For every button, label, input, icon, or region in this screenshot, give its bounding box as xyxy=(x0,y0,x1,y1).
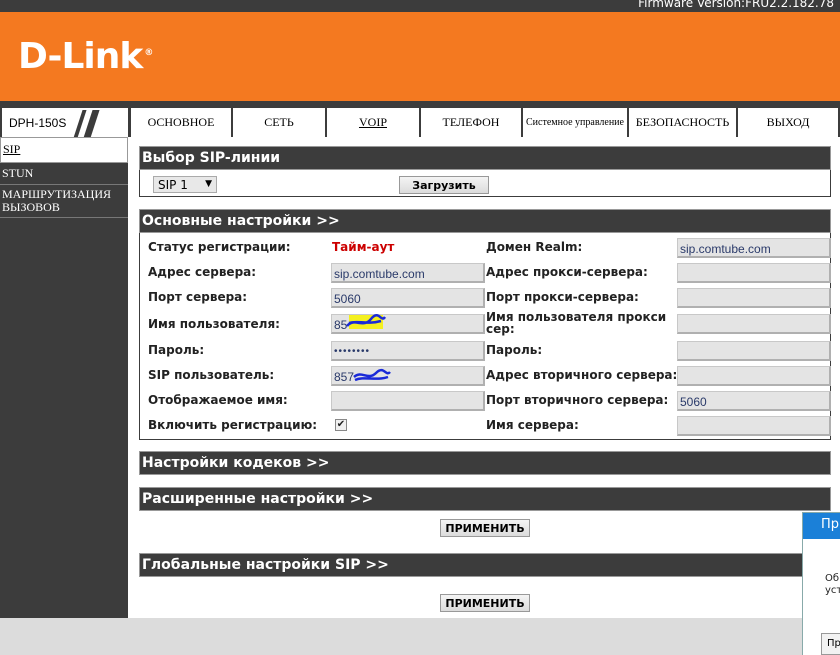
tab-label: БЕЗОПАСНОСТЬ xyxy=(635,115,730,129)
proxy-port-input[interactable] xyxy=(677,288,831,308)
logo-text: D-Link xyxy=(18,36,143,77)
nav-bar: DPH-150S ОСНОВНОЕ СЕТЬ VOIP ТЕЛЕФОН Сист… xyxy=(0,105,840,138)
server-name-label: Имя сервера: xyxy=(486,418,579,432)
secondary-server-address-label: Адрес вторичного сервера: xyxy=(486,368,678,382)
select-value: SIP 1 xyxy=(158,178,188,192)
realm-input[interactable]: sip.comtube.com xyxy=(677,238,831,258)
dialog-text-line1: Об xyxy=(825,573,840,584)
tab-system-management[interactable]: Системное управление xyxy=(523,108,627,137)
brand-banner: D-Link ® xyxy=(0,12,840,105)
top-bar: Firmware Version:FRU2.2.182.78 xyxy=(0,0,840,12)
firmware-version: Firmware Version:FRU2.2.182.78 xyxy=(638,0,834,10)
tab-label: ТЕЛЕФОН xyxy=(442,115,500,129)
proxy-username-input[interactable] xyxy=(677,314,831,334)
server-address-label: Адрес сервера: xyxy=(148,265,257,279)
realm-label: Домен Realm: xyxy=(486,240,583,254)
username-label: Имя пользователя: xyxy=(148,317,280,331)
proxy-password-label: Пароль: xyxy=(486,343,543,357)
secondary-server-port-input[interactable]: 5060 xyxy=(677,391,831,411)
server-port-label: Порт сервера: xyxy=(148,290,248,304)
section-codec-settings[interactable]: Настройки кодеков >> xyxy=(139,451,831,475)
model-slash-decor xyxy=(83,110,100,138)
tab-label: VOIP xyxy=(358,115,387,129)
sip-user-redaction-scribble xyxy=(353,368,391,382)
proxy-password-input[interactable] xyxy=(677,341,831,361)
tab-label: ВЫХОД xyxy=(766,115,810,129)
tab-security[interactable]: БЕЗОПАСНОСТЬ xyxy=(629,108,736,137)
display-name-input[interactable] xyxy=(331,391,485,411)
sidebar-item-call-routing[interactable]: МАРШРУТИЗАЦИЯ ВЫЗОВОВ xyxy=(0,185,128,218)
tab-voip[interactable]: VOIP xyxy=(327,108,419,137)
reg-status-value: Тайм-аут xyxy=(332,240,395,254)
section-basic-settings[interactable]: Основные настройки >> xyxy=(139,209,831,233)
sip-line-select[interactable]: SIP 1 ▼ xyxy=(153,176,217,193)
server-port-input[interactable]: 5060 xyxy=(331,288,485,308)
reg-status-label: Статус регистрации: xyxy=(148,240,291,254)
enable-registration-checkbox[interactable]: ✔ xyxy=(335,419,347,431)
proxy-address-input[interactable] xyxy=(677,263,831,283)
model-label: DPH-150S xyxy=(2,108,128,138)
display-name-label: Отображаемое имя: xyxy=(148,393,288,407)
main-tabs: ОСНОВНОЕ СЕТЬ VOIP ТЕЛЕФОН Системное упр… xyxy=(131,108,840,137)
sidebar-item-sip[interactable]: SIP xyxy=(0,137,128,163)
section-advanced-settings[interactable]: Расширенные настройки >> xyxy=(139,487,831,511)
section-title: Основные настройки >> xyxy=(142,213,340,229)
section-title: Выбор SIP-линии xyxy=(142,150,281,166)
section-title: Глобальные настройки SIP >> xyxy=(142,557,389,573)
secondary-server-address-input[interactable] xyxy=(677,366,831,386)
chevron-down-icon: ▼ xyxy=(205,179,212,189)
dialog-button[interactable]: Пр xyxy=(821,633,840,655)
password-input[interactable]: •••••••• xyxy=(331,341,485,361)
logo-registered: ® xyxy=(144,48,153,58)
secondary-server-port-label: Порт вторичного сервера: xyxy=(486,393,669,407)
username-redaction-scribble xyxy=(346,314,387,329)
server-name-input[interactable] xyxy=(677,416,831,436)
tab-label: Системное управление xyxy=(526,117,624,128)
enable-registration-label: Включить регистрацию: xyxy=(148,418,318,432)
proxy-address-label: Адрес прокси-сервера: xyxy=(486,265,648,279)
dialog-title: Пр xyxy=(803,513,840,539)
model-name: DPH-150S xyxy=(9,116,67,130)
section-title: Расширенные настройки >> xyxy=(142,491,374,507)
tab-basic[interactable]: ОСНОВНОЕ xyxy=(131,108,231,137)
apply-button[interactable]: ПРИМЕНИТЬ xyxy=(440,519,530,537)
dialog-popup: Пр Об уст Пр xyxy=(802,512,840,655)
tab-label: СЕТЬ xyxy=(264,115,294,129)
section-sip-line: Выбор SIP-линии xyxy=(139,146,831,170)
proxy-username-label: Имя пользователя прокси сер: xyxy=(486,310,667,336)
server-address-input[interactable]: sip.comtube.com xyxy=(331,263,485,283)
proxy-port-label: Порт прокси-сервера: xyxy=(486,290,639,304)
password-label: Пароль: xyxy=(148,343,205,357)
dialog-text-line2: уст xyxy=(825,585,840,596)
apply-global-button[interactable]: ПРИМЕНИТЬ xyxy=(440,594,530,612)
sidebar: SIP STUN МАРШРУТИЗАЦИЯ ВЫЗОВОВ xyxy=(0,137,128,618)
dlink-logo: D-Link ® xyxy=(18,36,153,77)
sip-user-label: SIP пользователь: xyxy=(148,368,275,382)
tab-label: ОСНОВНОЕ xyxy=(147,115,215,129)
section-title: Настройки кодеков >> xyxy=(142,455,330,471)
tab-network[interactable]: СЕТЬ xyxy=(233,108,325,137)
sidebar-item-stun[interactable]: STUN xyxy=(0,163,128,185)
load-button[interactable]: Загрузить xyxy=(399,176,489,194)
tab-exit[interactable]: ВЫХОД xyxy=(738,108,838,137)
router-admin-page: { "header": { "firmware": "Firmware Vers… xyxy=(0,0,840,655)
tab-phone[interactable]: ТЕЛЕФОН xyxy=(421,108,521,137)
section-global-sip-settings[interactable]: Глобальные настройки SIP >> xyxy=(139,553,831,577)
